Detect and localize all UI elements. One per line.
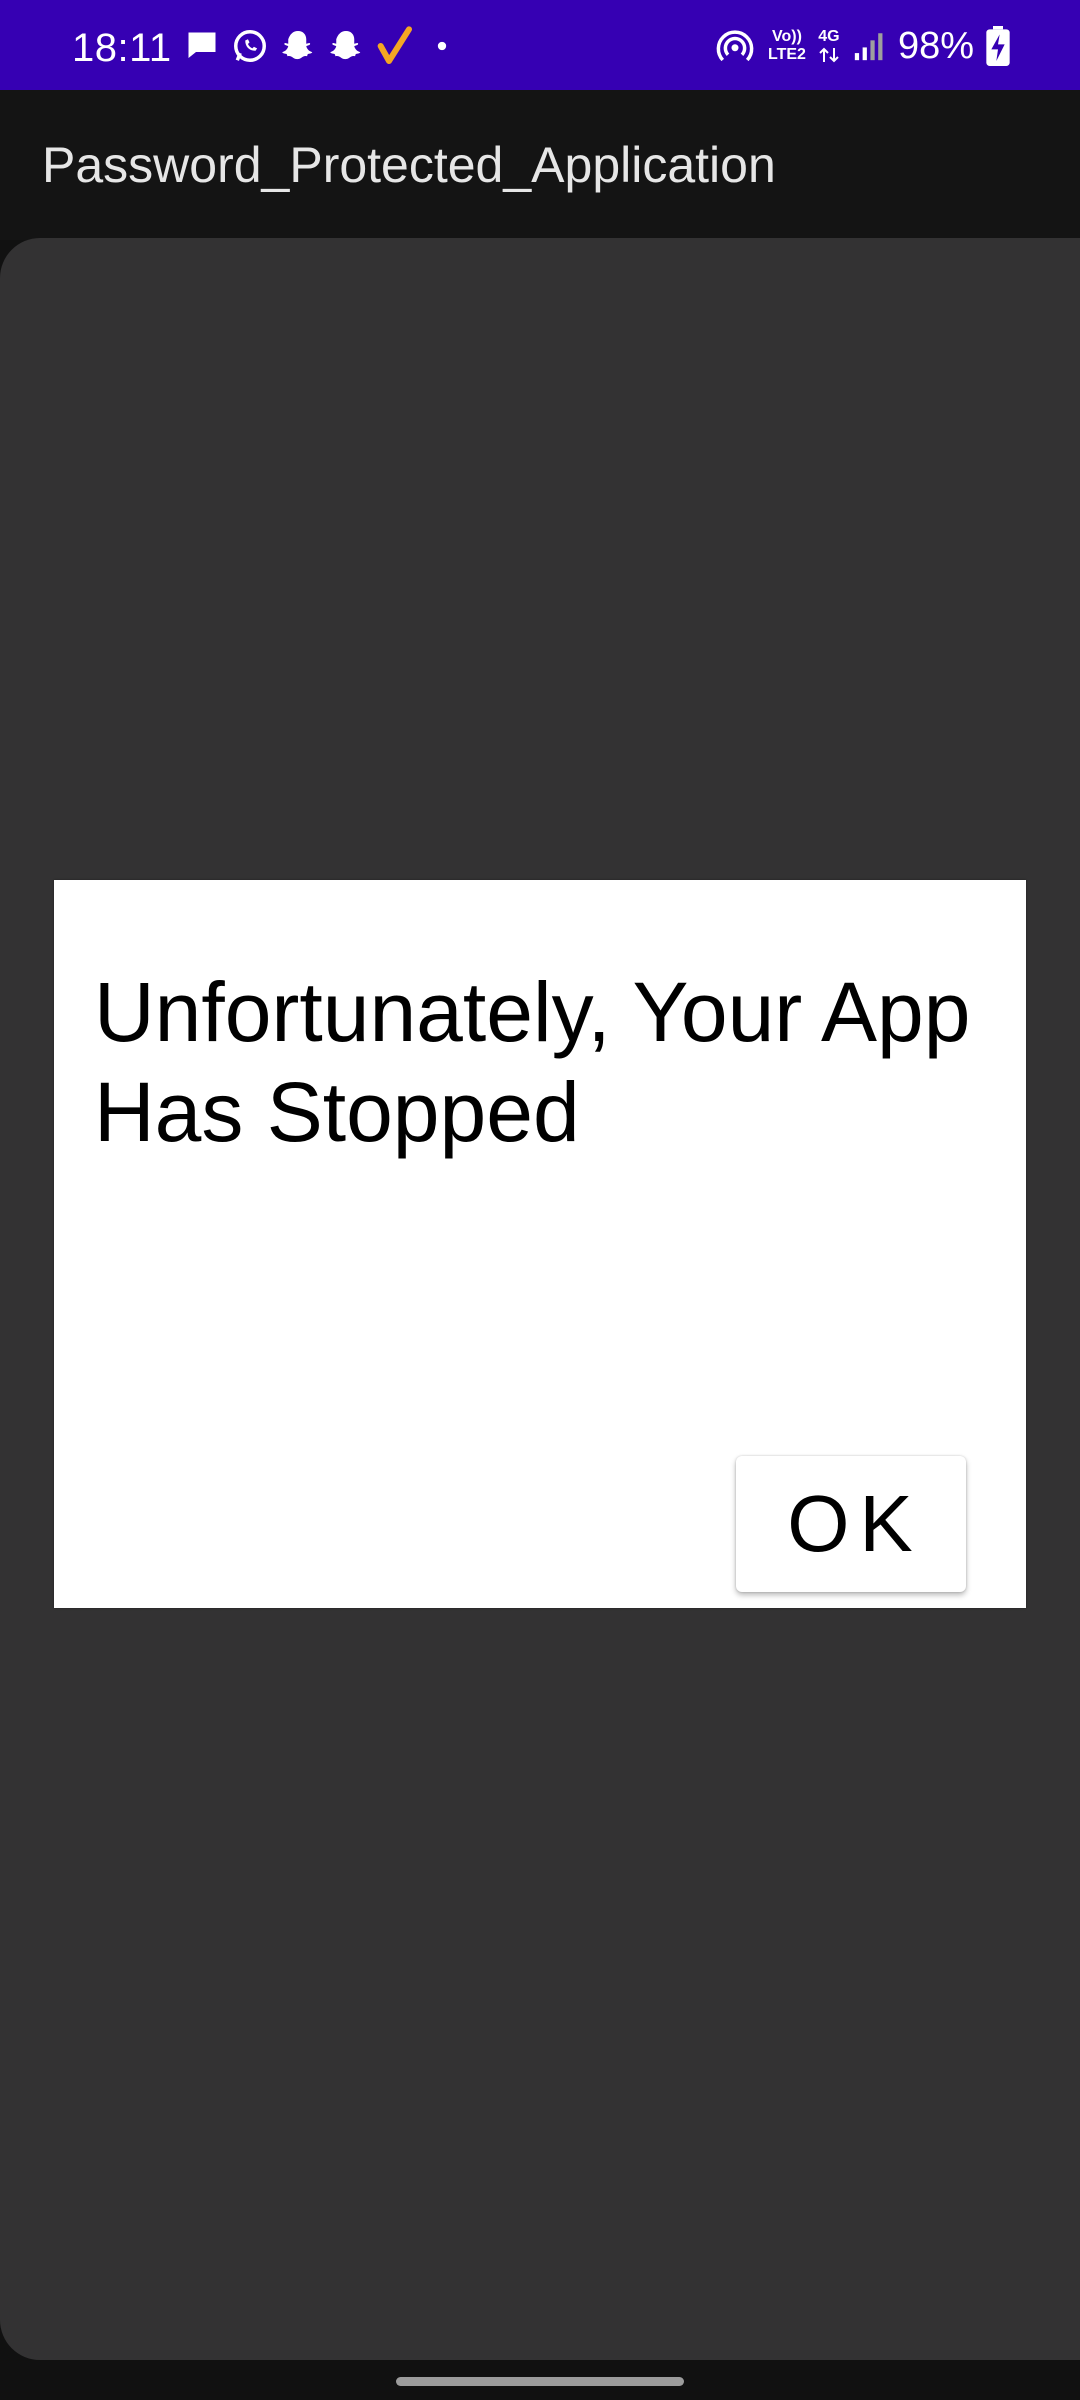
navigation-bar [0,2360,1080,2400]
network-type-indicator: 4G [818,28,840,64]
status-time: 18:11 [72,26,172,70]
signal-icon [852,29,886,63]
hotspot-icon [714,25,756,67]
ok-button[interactable]: OK [736,1456,966,1592]
network-type-text: 4G [818,28,840,45]
error-dialog: Unfortunately, Your App Has Stopped OK [54,880,1026,1608]
snapchat-icon [326,26,366,66]
status-bar: 18:11 Vo)) LTE2 4G 98% [0,0,1080,90]
app-bar: Password_Protected_Application [0,90,1080,240]
volte-bottom-text: LTE2 [768,46,806,63]
battery-charging-icon [986,26,1010,66]
dialog-message: Unfortunately, Your App Has Stopped [94,965,971,1159]
volte-indicator: Vo)) LTE2 [768,28,806,64]
volte-top-text: Vo)) [772,28,802,45]
app-title: Password_Protected_Application [42,137,776,193]
message-icon [182,26,222,66]
battery-percent: 98% [897,25,974,67]
dot-icon [422,26,462,66]
whatsapp-icon [230,26,270,66]
checkmark-icon [374,26,414,66]
data-arrows-icon [819,47,839,63]
notification-icons [182,25,462,67]
status-right: Vo)) LTE2 4G 98% [714,22,1010,70]
gesture-handle[interactable] [396,2377,684,2386]
snapchat-icon [278,26,318,66]
